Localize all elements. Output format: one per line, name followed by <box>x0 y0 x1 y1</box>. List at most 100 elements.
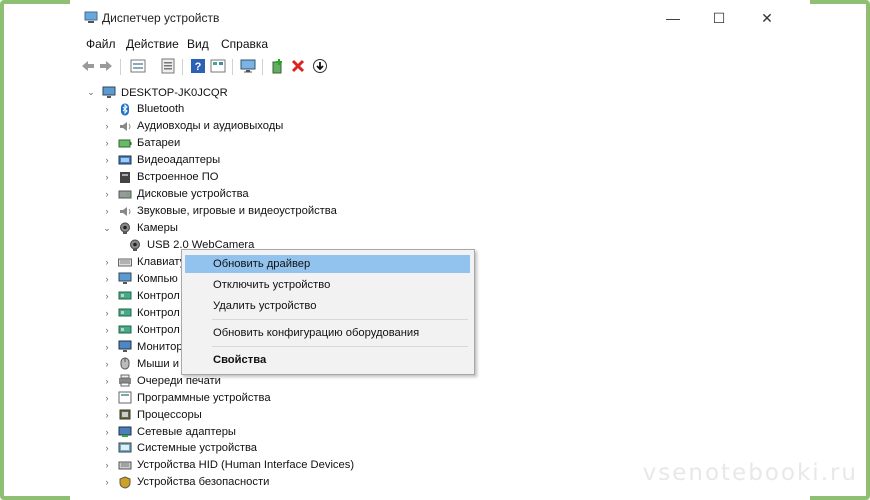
chevron-right-icon[interactable]: › <box>102 325 112 335</box>
tree-root[interactable]: ⌄ DESKTOP-JK0JCQR <box>86 84 228 101</box>
tree-item-label: Камеры <box>137 222 178 235</box>
monitor-icon[interactable] <box>240 58 256 74</box>
maximize-icon: ☐ <box>712 9 726 26</box>
tree-category-item[interactable]: ⌄ Камеры <box>102 220 178 237</box>
chevron-right-icon[interactable]: › <box>102 274 112 284</box>
chevron-right-icon[interactable]: › <box>102 393 112 403</box>
tree-category-item[interactable]: › Видеоадаптеры <box>102 152 221 169</box>
tree-category-item[interactable]: › Устройства HID (Human Interface Devices… <box>102 457 355 474</box>
keyboard-icon <box>118 258 132 266</box>
menu-item-disable-device[interactable]: Отключить устройство <box>185 276 470 294</box>
chevron-right-icon[interactable]: › <box>102 172 112 182</box>
update-icon[interactable] <box>312 58 328 74</box>
tree-item-label: Контрол <box>137 323 180 336</box>
controller-icon <box>118 325 132 334</box>
speaker-icon <box>120 121 131 131</box>
controller-icon <box>118 308 132 317</box>
menu-item-properties[interactable]: Свойства <box>185 351 470 369</box>
chevron-right-icon[interactable]: › <box>102 359 112 369</box>
camera-icon <box>130 239 140 251</box>
tree-category-item[interactable]: › Дисковые устройства <box>102 186 249 203</box>
forward-icon[interactable] <box>98 58 114 74</box>
chevron-right-icon[interactable]: › <box>102 460 112 470</box>
chevron-right-icon[interactable]: › <box>102 291 112 301</box>
tree-category-item[interactable]: › Контрол <box>102 287 180 304</box>
toolbar: ? <box>70 56 810 78</box>
tree-root-label: DESKTOP-JK0JCQR <box>121 86 228 99</box>
chevron-right-icon[interactable]: › <box>102 410 112 420</box>
tree-category-item[interactable]: › Системные устройства <box>102 440 257 457</box>
menu-item-update-driver[interactable]: Обновить драйвер <box>185 255 470 273</box>
chevron-down-icon[interactable]: ⌄ <box>86 87 96 98</box>
chevron-right-icon[interactable]: › <box>102 342 112 352</box>
uninstall-icon[interactable] <box>290 58 306 74</box>
menu-view[interactable]: Вид <box>187 37 209 51</box>
menu-item-scan-hardware[interactable]: Обновить конфигурацию оборудования <box>185 324 470 342</box>
toolbar-separator <box>232 59 233 75</box>
tree-category-item[interactable]: › Контрол <box>102 321 180 338</box>
mouse-icon <box>120 357 130 370</box>
chevron-right-icon[interactable]: › <box>102 376 112 386</box>
tree-category-item[interactable]: › Процессоры <box>102 406 202 423</box>
tree-item-label: Контрол <box>137 306 180 319</box>
chevron-right-icon[interactable]: › <box>102 443 112 453</box>
network-icon <box>118 426 132 437</box>
menu-item-uninstall-device[interactable]: Удалить устройство <box>185 297 470 315</box>
view2-icon[interactable] <box>210 58 226 74</box>
system-icon <box>118 442 132 453</box>
help-icon[interactable]: ? <box>190 58 206 74</box>
chevron-right-icon[interactable]: › <box>102 477 112 487</box>
tree-category-item[interactable]: › Батареи <box>102 135 181 152</box>
chevron-right-icon[interactable]: › <box>102 308 112 318</box>
controller-icon <box>118 291 132 300</box>
chevron-right-icon[interactable]: › <box>102 121 112 131</box>
tree-category-item[interactable]: › Программные устройства <box>102 389 271 406</box>
chevron-right-icon[interactable]: › <box>102 189 112 199</box>
chevron-right-icon[interactable]: › <box>102 138 112 148</box>
tree-item-label: Дисковые устройства <box>137 188 249 201</box>
close-button[interactable]: ✕ <box>744 5 790 31</box>
device-manager-icon <box>84 11 98 23</box>
tree-category-item[interactable]: › Монитор <box>102 338 183 355</box>
tree-category-item[interactable]: › Клавиату <box>102 254 186 271</box>
chevron-down-icon[interactable]: ⌄ <box>102 223 112 234</box>
chevron-right-icon[interactable]: › <box>102 257 112 267</box>
menu-help[interactable]: Справка <box>221 37 268 51</box>
menu-separator <box>212 346 468 347</box>
toolbar-separator <box>120 59 121 75</box>
close-icon: ✕ <box>761 9 773 26</box>
tree-item-label: Батареи <box>137 137 181 150</box>
speaker-icon <box>120 206 131 216</box>
tree-category-item[interactable]: › Компью <box>102 270 178 287</box>
maximize-button[interactable]: ☐ <box>696 5 742 31</box>
tree-category-item[interactable]: › Встроенное ПО <box>102 169 219 186</box>
watermark-text: vsenotebooki.ru <box>642 460 858 486</box>
chevron-right-icon[interactable]: › <box>102 206 112 216</box>
menu-file[interactable]: Файл <box>86 37 116 51</box>
tree-item-label: Мыши и <box>137 357 179 370</box>
menu-action[interactable]: Действие <box>126 37 179 51</box>
chevron-right-icon[interactable]: › <box>102 155 112 165</box>
view-icon[interactable] <box>160 58 176 74</box>
properties-icon[interactable] <box>130 58 146 74</box>
tree-item-label: Клавиату <box>137 256 186 268</box>
add-driver-icon[interactable] <box>270 58 286 74</box>
hid-icon <box>118 461 132 470</box>
chevron-right-icon[interactable]: › <box>102 104 112 114</box>
chevron-right-icon[interactable]: › <box>102 427 112 437</box>
title-bar: Диспетчер устройств — ☐ ✕ <box>70 0 810 34</box>
tree-category-item[interactable]: › Сетевые адаптеры <box>102 423 236 440</box>
tree-item-label: Встроенное ПО <box>137 171 219 184</box>
tree-item-label: Компью <box>137 272 178 285</box>
tree-category-item[interactable]: › Мыши и <box>102 355 179 372</box>
minimize-button[interactable]: — <box>650 5 696 31</box>
tree-category-item[interactable]: › Устройства безопасности <box>102 474 269 491</box>
tree-category-item[interactable]: › Контрол <box>102 304 180 321</box>
tree-category-item[interactable]: › Аудиовходы и аудиовыходы <box>102 118 284 135</box>
back-icon[interactable] <box>80 58 96 74</box>
tree-item-label: Устройства безопасности <box>137 476 270 489</box>
context-menu: Обновить драйвер Отключить устройство Уд… <box>181 249 475 375</box>
tree-category-item[interactable]: › Звуковые, игровые и видеоустройства <box>102 203 337 220</box>
security-icon <box>119 476 131 489</box>
tree-category-item[interactable]: › Bluetooth <box>102 101 184 118</box>
